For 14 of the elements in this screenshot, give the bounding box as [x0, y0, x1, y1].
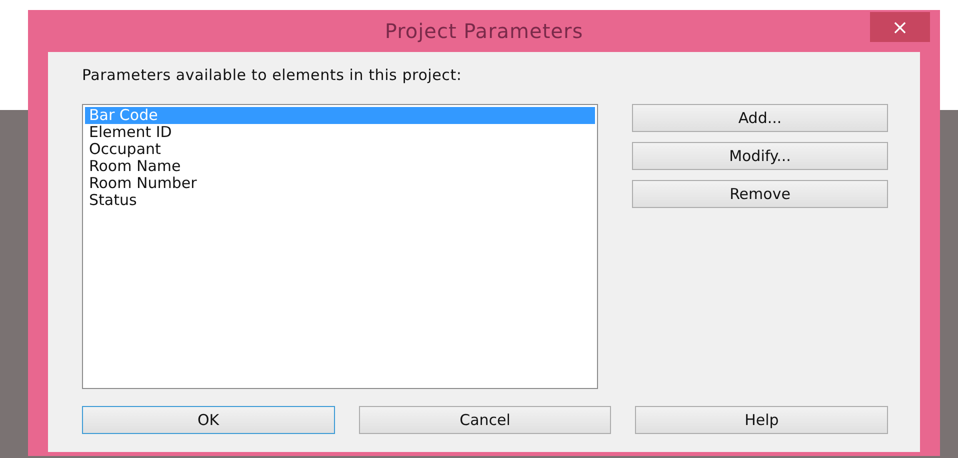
list-item[interactable]: Room Number [85, 175, 595, 192]
list-item[interactable]: Status [85, 192, 595, 209]
side-button[interactable]: Remove [632, 180, 888, 208]
side-button[interactable]: Modify... [632, 142, 888, 170]
window-title: Project Parameters [384, 19, 584, 43]
footer-button[interactable]: Cancel [358, 406, 612, 434]
prompt-label: Parameters available to elements in this project: [82, 66, 463, 84]
list-item[interactable]: Occupant [85, 141, 595, 158]
footer-button[interactable]: Help [635, 406, 888, 434]
side-button[interactable]: Add... [632, 104, 888, 132]
list-item[interactable]: Room Name [85, 158, 595, 175]
footer-button[interactable]: OK [82, 406, 335, 434]
close-button[interactable]: × [870, 12, 930, 42]
list-item[interactable]: Element ID [85, 124, 595, 141]
